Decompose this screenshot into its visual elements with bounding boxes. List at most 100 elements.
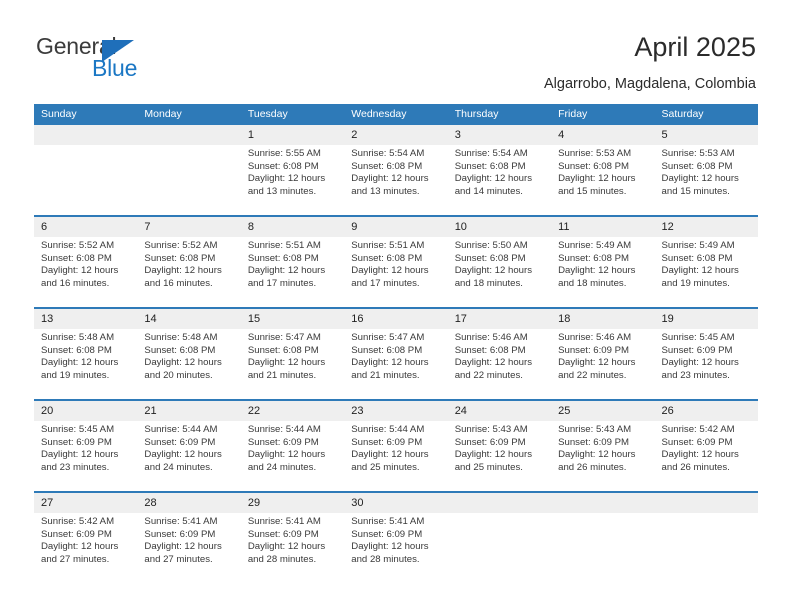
calendar-day-cell[interactable]: 7 Sunrise: 5:52 AM Sunset: 6:08 PM Daylight… xyxy=(137,215,241,308)
daylight-text-line2: and 28 minutes. xyxy=(351,553,420,565)
day-details: Sunrise: 5:42 AM Sunset: 6:09 PM Daylight:… xyxy=(34,513,137,566)
calendar-day-cell[interactable]: 16 Sunrise: 5:47 AM Sunset: 6:08 PM Dayligh… xyxy=(344,307,448,400)
daylight-text-line1: Daylight: 12 hours xyxy=(351,173,429,185)
general-blue-logo[interactable]: General Blue xyxy=(36,33,206,85)
daylight-text-line1: Daylight: 12 hours xyxy=(247,449,326,461)
weekday-header-thursday: Thursday xyxy=(447,104,552,125)
daylight-text-line2: and 23 minutes. xyxy=(661,369,730,381)
calendar-day-cell[interactable]: 20 Sunrise: 5:45 AM Sunset: 6:09 PM Dayligh… xyxy=(34,399,138,492)
day-number: 2 xyxy=(344,125,448,145)
day-number xyxy=(551,493,655,513)
daylight-text-line1: Daylight: 12 hours xyxy=(558,265,636,277)
day-cell-inner: 27 Sunrise: 5:42 AM Sunset: 6:09 PM Dayligh… xyxy=(34,493,138,583)
calendar-day-cell[interactable]: 12 Sunrise: 5:49 AM Sunset: 6:08 PM Dayligh… xyxy=(654,215,758,308)
day-number xyxy=(654,493,758,513)
sunset-text: Sunset: 6:08 PM xyxy=(351,344,423,356)
calendar-day-cell-empty xyxy=(137,125,241,216)
calendar-day-cell[interactable]: 9 Sunrise: 5:51 AM Sunset: 6:08 PM Daylight… xyxy=(344,215,448,308)
daylight-text-line1: Daylight: 12 hours xyxy=(661,265,739,277)
calendar-day-cell[interactable]: 24 Sunrise: 5:43 AM Sunset: 6:09 PM Dayligh… xyxy=(447,399,552,492)
day-number: 1 xyxy=(240,125,345,145)
calendar-day-cell[interactable]: 15 Sunrise: 5:47 AM Sunset: 6:08 PM Dayligh… xyxy=(240,307,345,400)
calendar-day-cell[interactable]: 19 Sunrise: 5:45 AM Sunset: 6:09 PM Dayligh… xyxy=(654,307,758,400)
calendar-day-cell[interactable]: 27 Sunrise: 5:42 AM Sunset: 6:09 PM Dayligh… xyxy=(34,491,138,583)
weekday-header-saturday: Saturday xyxy=(654,104,758,125)
day-number: 22 xyxy=(240,401,345,421)
day-cell-inner: 16 Sunrise: 5:47 AM Sunset: 6:08 PM Dayligh… xyxy=(344,309,448,399)
day-number: 15 xyxy=(240,309,345,329)
day-details: Sunrise: 5:43 AM Sunset: 6:09 PM Daylight:… xyxy=(448,421,551,474)
daylight-text-line2: and 23 minutes. xyxy=(41,461,110,473)
sunrise-text: Sunrise: 5:53 AM xyxy=(558,148,632,159)
calendar-day-cell[interactable]: 2 Sunrise: 5:54 AM Sunset: 6:08 PM Daylight… xyxy=(344,125,448,216)
day-number: 11 xyxy=(551,217,655,237)
day-cell-inner: 17 Sunrise: 5:46 AM Sunset: 6:08 PM Dayligh… xyxy=(447,309,552,399)
calendar-day-cell[interactable]: 13 Sunrise: 5:48 AM Sunset: 6:08 PM Dayligh… xyxy=(34,307,138,400)
sunrise-text: Sunrise: 5:47 AM xyxy=(247,332,321,343)
day-number: 14 xyxy=(137,309,241,329)
day-details: Sunrise: 5:45 AM Sunset: 6:09 PM Daylight:… xyxy=(34,421,137,474)
daylight-text-line2: and 16 minutes. xyxy=(144,277,213,289)
calendar-day-cell[interactable]: 17 Sunrise: 5:46 AM Sunset: 6:08 PM Dayligh… xyxy=(447,307,552,400)
calendar-day-cell[interactable]: 8 Sunrise: 5:51 AM Sunset: 6:08 PM Daylight… xyxy=(240,215,345,308)
sunset-text: Sunset: 6:09 PM xyxy=(144,436,216,448)
sunset-text: Sunset: 6:09 PM xyxy=(558,344,630,356)
calendar-header-row: Sunday Monday Tuesday Wednesday Thursday… xyxy=(34,104,758,125)
day-cell-inner: 22 Sunrise: 5:44 AM Sunset: 6:09 PM Dayligh… xyxy=(240,401,345,491)
sunset-text: Sunset: 6:09 PM xyxy=(351,528,423,540)
calendar-day-cell[interactable]: 10 Sunrise: 5:50 AM Sunset: 6:08 PM Dayligh… xyxy=(447,215,552,308)
sunrise-text: Sunrise: 5:48 AM xyxy=(144,332,218,343)
daylight-text-line2: and 15 minutes. xyxy=(558,185,627,197)
calendar-day-cell[interactable]: 11 Sunrise: 5:49 AM Sunset: 6:08 PM Dayligh… xyxy=(551,215,655,308)
calendar-day-cell[interactable]: 25 Sunrise: 5:43 AM Sunset: 6:09 PM Dayligh… xyxy=(551,399,655,492)
sunset-text: Sunset: 6:08 PM xyxy=(41,344,112,356)
day-number: 17 xyxy=(447,309,552,329)
day-number: 20 xyxy=(34,401,138,421)
daylight-text-line2: and 21 minutes. xyxy=(351,369,420,381)
calendar-day-cell[interactable]: 3 Sunrise: 5:54 AM Sunset: 6:08 PM Daylight… xyxy=(447,125,552,216)
daylight-text-line1: Daylight: 12 hours xyxy=(351,449,429,461)
daylight-text-line1: Daylight: 12 hours xyxy=(41,265,119,277)
daylight-text-line2: and 26 minutes. xyxy=(558,461,627,473)
calendar-day-cell[interactable]: 26 Sunrise: 5:42 AM Sunset: 6:09 PM Dayligh… xyxy=(654,399,758,492)
calendar-day-cell[interactable]: 22 Sunrise: 5:44 AM Sunset: 6:09 PM Dayligh… xyxy=(240,399,345,492)
day-details: Sunrise: 5:49 AM Sunset: 6:08 PM Daylight:… xyxy=(551,237,654,290)
day-details: Sunrise: 5:48 AM Sunset: 6:08 PM Daylight:… xyxy=(34,329,137,382)
calendar-day-cell[interactable]: 6 Sunrise: 5:52 AM Sunset: 6:08 PM Daylight… xyxy=(34,215,138,308)
calendar-day-cell[interactable]: 21 Sunrise: 5:44 AM Sunset: 6:09 PM Dayligh… xyxy=(137,399,241,492)
day-number: 23 xyxy=(344,401,448,421)
sunrise-text: Sunrise: 5:43 AM xyxy=(454,424,528,435)
calendar-week-row: 13 Sunrise: 5:48 AM Sunset: 6:08 PM Dayligh… xyxy=(34,307,758,400)
day-cell-inner: 13 Sunrise: 5:48 AM Sunset: 6:08 PM Dayligh… xyxy=(34,309,138,399)
sunset-text: Sunset: 6:08 PM xyxy=(661,160,733,172)
calendar-day-cell[interactable]: 28 Sunrise: 5:41 AM Sunset: 6:09 PM Dayligh… xyxy=(137,491,241,583)
sunrise-text: Sunrise: 5:49 AM xyxy=(558,240,632,251)
calendar-day-cell[interactable]: 14 Sunrise: 5:48 AM Sunset: 6:08 PM Dayligh… xyxy=(137,307,241,400)
day-number: 10 xyxy=(447,217,552,237)
sunset-text: Sunset: 6:08 PM xyxy=(454,252,526,264)
daylight-text-line2: and 24 minutes. xyxy=(247,461,317,473)
daylight-text-line2: and 18 minutes. xyxy=(558,277,627,289)
day-details: Sunrise: 5:41 AM Sunset: 6:09 PM Daylight:… xyxy=(344,513,447,566)
calendar-day-cell[interactable]: 29 Sunrise: 5:41 AM Sunset: 6:09 PM Dayligh… xyxy=(240,491,345,583)
day-details: Sunrise: 5:42 AM Sunset: 6:09 PM Daylight:… xyxy=(655,421,758,474)
daylight-text-line2: and 22 minutes. xyxy=(558,369,627,381)
daylight-text-line1: Daylight: 12 hours xyxy=(558,357,636,369)
calendar-day-cell-empty xyxy=(654,491,758,583)
day-cell-inner: 30 Sunrise: 5:41 AM Sunset: 6:09 PM Dayligh… xyxy=(344,493,448,583)
calendar-day-cell[interactable]: 5 Sunrise: 5:53 AM Sunset: 6:08 PM Daylight… xyxy=(654,125,758,216)
logo-text-blue: Blue xyxy=(92,55,138,81)
calendar-day-cell[interactable]: 18 Sunrise: 5:46 AM Sunset: 6:09 PM Dayligh… xyxy=(551,307,655,400)
calendar-day-cell[interactable]: 30 Sunrise: 5:41 AM Sunset: 6:09 PM Dayligh… xyxy=(344,491,448,583)
calendar-day-cell[interactable]: 1 Sunrise: 5:55 AM Sunset: 6:08 PM Daylight… xyxy=(240,125,345,216)
day-number: 7 xyxy=(137,217,241,237)
daylight-text-line2: and 24 minutes. xyxy=(144,461,213,473)
day-details: Sunrise: 5:47 AM Sunset: 6:08 PM Daylight:… xyxy=(344,329,447,382)
calendar-day-cell[interactable]: 23 Sunrise: 5:44 AM Sunset: 6:09 PM Dayligh… xyxy=(344,399,448,492)
day-number: 3 xyxy=(447,125,552,145)
sunrise-text: Sunrise: 5:45 AM xyxy=(661,332,735,343)
calendar-body: 1 Sunrise: 5:55 AM Sunset: 6:08 PM Daylight… xyxy=(34,125,758,583)
calendar-day-cell[interactable]: 4 Sunrise: 5:53 AM Sunset: 6:08 PM Daylight… xyxy=(551,125,655,216)
daylight-text-line1: Daylight: 12 hours xyxy=(351,265,429,277)
daylight-text-line1: Daylight: 12 hours xyxy=(41,541,119,553)
